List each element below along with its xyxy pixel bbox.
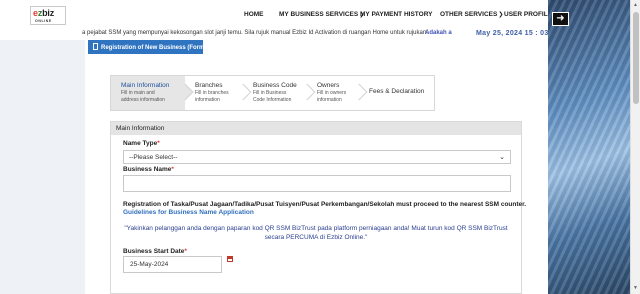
nav-home-label: HOME	[244, 11, 264, 18]
nav-my-business-services[interactable]: MY BUSINESS SERVICES❯	[279, 11, 364, 18]
step-title: Business Code	[253, 82, 297, 89]
nav-home[interactable]: HOME	[244, 11, 264, 18]
business-name-input[interactable]	[123, 175, 511, 192]
name-type-select[interactable]: --Please Select-- ⌄	[123, 150, 511, 164]
scroll-down-arrow-icon[interactable]: ▼	[633, 285, 638, 291]
business-start-date-label: Business Start Date*	[123, 248, 187, 255]
registration-notice: Registration of Taska/Pusat Jagaan/Tadik…	[123, 201, 527, 208]
logout-button[interactable]: ➜	[552, 12, 569, 26]
marquee-text: a pejabat SSM yang mempunyai kekosongan …	[82, 30, 428, 36]
step-business-code[interactable]: Business Code Fill in Business Code Info…	[243, 76, 316, 110]
logo-tagline: ONLINE	[35, 19, 52, 23]
nav-other-services-label: OTHER SERVICES	[440, 11, 498, 18]
calendar-icon[interactable]	[227, 256, 233, 262]
form-stepper: Main Information Fill in main and addres…	[110, 75, 435, 111]
step-title: Branches	[195, 82, 223, 89]
guidelines-link[interactable]: Guidelines for Business Name Application	[123, 209, 254, 216]
step-subtitle: address information	[121, 97, 165, 103]
promo-line-2: secara PERCUMA di Ezbiz Online."	[264, 234, 368, 241]
business-start-date-input[interactable]: 25-May-2024	[123, 256, 222, 273]
step-title: Fees & Declaration	[369, 88, 425, 95]
nav-my-payment-history[interactable]: MY PAYMENT HISTORY	[360, 11, 432, 18]
required-mark: *	[157, 140, 160, 147]
step-main-information[interactable]: Main Information Fill in main and addres…	[111, 76, 194, 110]
step-owners[interactable]: Owners Fill in owners information	[307, 76, 368, 110]
step-subtitle: Code Information	[253, 97, 292, 103]
nav-user-profile-label: USER PROFILE	[504, 11, 553, 18]
step-branches[interactable]: Branches Fill in branches information	[185, 76, 252, 110]
name-type-label: Name Type*	[123, 140, 160, 147]
business-name-label: Business Name*	[123, 166, 174, 173]
step-subtitle: information	[317, 97, 342, 103]
name-type-selected-value: --Please Select--	[129, 154, 178, 161]
nav-other-services[interactable]: OTHER SERVICES❯	[440, 11, 503, 18]
chevron-down-icon: ⌄	[499, 154, 505, 161]
required-mark: *	[184, 248, 187, 255]
ezbiz-logo[interactable]: ezbiz ONLINE	[30, 6, 66, 25]
name-type-label-text: Name Type	[123, 140, 158, 147]
form-tab-label: Registration of New Business (FormA)	[101, 45, 211, 51]
background-building-image	[548, 0, 630, 294]
step-title: Main Information	[121, 82, 170, 89]
required-mark: *	[171, 166, 174, 173]
main-information-section: Main Information Name Type* --Please Sel…	[110, 121, 526, 294]
step-subtitle: Fill in main and	[121, 90, 155, 96]
promo-line-1: "Yakinkan pelanggan anda dengan paparan …	[124, 225, 508, 232]
step-fees-declaration[interactable]: Fees & Declaration	[359, 76, 434, 110]
nav-my-payment-history-label: MY PAYMENT HISTORY	[360, 11, 433, 18]
form-tab[interactable]: Registration of New Business (FormA)	[88, 40, 211, 54]
nav-my-business-services-label: MY BUSINESS SERVICES	[279, 11, 359, 18]
nav-user-profile[interactable]: USER PROFILE	[504, 11, 552, 18]
scroll-up-arrow-icon[interactable]: ▲	[633, 2, 638, 8]
chevron-down-icon: ❯	[498, 12, 504, 18]
business-name-label-text: Business Name	[123, 166, 172, 173]
biztrust-promo: "Yakinkan pelanggan anda dengan paparan …	[111, 224, 521, 242]
logout-icon: ➜	[556, 13, 565, 24]
marquee-text-2: Adakah a	[425, 30, 452, 36]
step-subtitle: information	[195, 97, 220, 103]
page-scrollbar[interactable]: ▲ ▼	[630, 0, 640, 294]
current-datetime: May 25, 2024 15 : 03 :	[476, 30, 554, 37]
top-navbar: ezbiz ONLINE HOME MY BUSINESS SERVICES❯ …	[0, 0, 640, 28]
logo-biz: biz	[42, 8, 55, 18]
scrollbar-thumb[interactable]	[633, 12, 639, 104]
form-icon	[93, 43, 98, 50]
section-title: Main Information	[111, 122, 521, 135]
business-start-date-label-text: Business Start Date	[123, 248, 185, 255]
